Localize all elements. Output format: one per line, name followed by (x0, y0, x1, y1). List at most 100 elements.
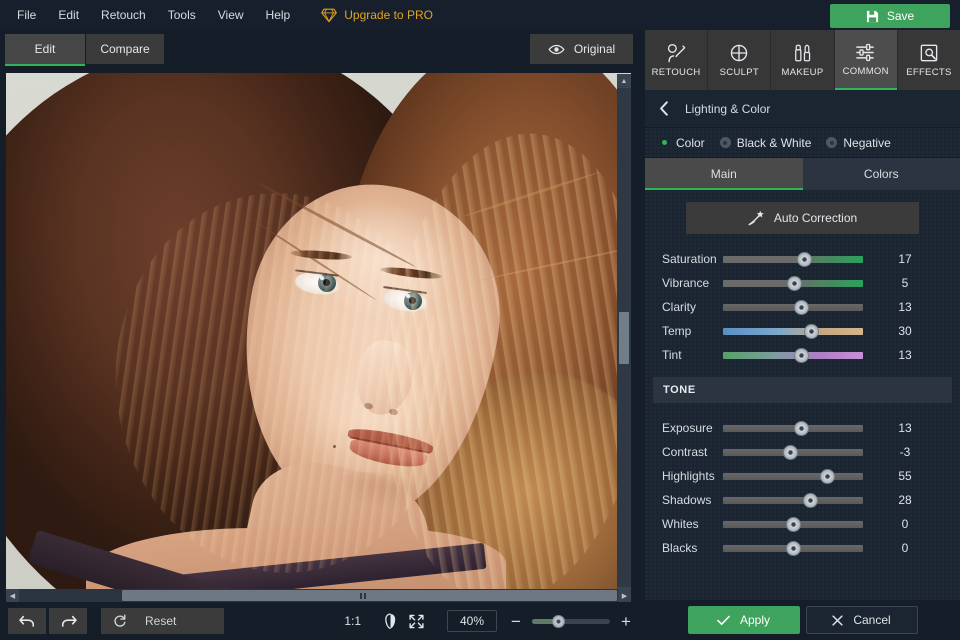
refresh-circle-icon (114, 614, 126, 627)
slider-track-contrast[interactable] (723, 444, 863, 460)
scroll-left-arrow-icon[interactable]: ◀ (6, 589, 19, 602)
slider-track-saturation[interactable] (723, 251, 863, 267)
save-button[interactable]: Save (830, 4, 950, 28)
color-mode-radio-group: Color Black & White Negative (645, 128, 960, 158)
slider-value-highlights[interactable]: 55 (875, 469, 935, 483)
sub-tab-colors[interactable]: Colors (802, 158, 960, 190)
scroll-right-arrow-icon[interactable]: ▶ (618, 589, 631, 602)
sub-tab-main[interactable]: Main (645, 158, 803, 190)
category-tab-bar: RETOUCH SCULPT MAKEUP COMMON EFFECTS (645, 30, 960, 90)
makeup-lipstick-icon (794, 44, 810, 61)
menu-item-view[interactable]: View (207, 0, 255, 30)
edit-toolbar: Edit Compare Original (0, 30, 645, 72)
zoom-slider[interactable] (532, 614, 610, 628)
diamond-icon (321, 8, 338, 22)
sub-tab-bar: Main Colors (645, 158, 960, 190)
menu-item-retouch[interactable]: Retouch (90, 0, 157, 30)
slider-value-temp[interactable]: 30 (875, 324, 935, 338)
tone-section-header: TONE (653, 377, 952, 403)
actual-size-button[interactable]: 1:1 (344, 614, 361, 628)
slider-track-tint[interactable] (723, 347, 863, 363)
undo-button[interactable] (8, 608, 46, 634)
slider-value-vibrance[interactable]: 5 (875, 276, 935, 290)
radio-color[interactable]: Color (659, 136, 705, 150)
slider-handle-exposure[interactable] (794, 420, 810, 436)
slider-track-blacks[interactable] (723, 540, 863, 556)
scroll-up-arrow-icon[interactable]: ▲ (617, 74, 631, 88)
cancel-button[interactable]: Cancel (805, 606, 918, 634)
slider-value-contrast[interactable]: -3 (875, 445, 935, 459)
radio-black-and-white-label: Black & White (736, 135, 812, 150)
radio-negative[interactable]: Negative (826, 136, 891, 150)
slider-track-temp[interactable] (723, 323, 863, 339)
check-icon (717, 615, 730, 625)
canvas-vertical-scrollbar[interactable]: ▲ ▼ (617, 74, 631, 600)
tab-common[interactable]: COMMON (834, 30, 898, 90)
zoom-level-input[interactable]: 40% (447, 610, 497, 632)
zoom-out-button[interactable]: − (507, 611, 525, 631)
zoom-slider-handle[interactable] (552, 614, 566, 628)
slider-handle-shadows[interactable] (802, 492, 818, 508)
slider-value-shadows[interactable]: 28 (875, 493, 935, 507)
slider-row-whites: Whites 0 (645, 512, 960, 536)
slider-handle-whites[interactable] (786, 516, 801, 532)
magic-wand-star-icon (748, 210, 764, 226)
photo-editor-window: File Edit Retouch Tools View Help Upgrad… (0, 0, 960, 640)
eye-icon (548, 44, 565, 54)
slider-handle-vibrance[interactable] (787, 275, 803, 291)
tab-effects[interactable]: EFFECTS (897, 30, 960, 90)
slider-handle-highlights[interactable] (819, 468, 835, 484)
slider-row-temp: Temp 30 (645, 319, 960, 343)
menu-item-file[interactable]: File (6, 0, 47, 30)
slider-value-whites[interactable]: 0 (875, 517, 935, 531)
slider-value-tint[interactable]: 13 (875, 348, 935, 362)
sculpt-crosshair-icon (731, 44, 748, 61)
reset-button[interactable]: Reset (101, 608, 224, 634)
slider-track-highlights[interactable] (723, 468, 863, 484)
slider-track-vibrance[interactable] (723, 275, 863, 291)
apply-button[interactable]: Apply (687, 606, 800, 634)
slider-value-clarity[interactable]: 13 (875, 300, 935, 314)
slider-handle-contrast[interactable] (783, 444, 799, 460)
tab-compare[interactable]: Compare (86, 34, 164, 64)
slider-handle-clarity[interactable] (793, 299, 809, 315)
zoom-in-button[interactable]: + (617, 611, 635, 631)
auto-correction-button[interactable]: Auto Correction (686, 202, 919, 234)
slider-row-highlights: Highlights 55 (645, 464, 960, 488)
slider-value-blacks[interactable]: 0 (875, 541, 935, 555)
slider-track-shadows[interactable] (723, 492, 863, 508)
slider-handle-blacks[interactable] (786, 540, 801, 556)
vertical-scroll-thumb[interactable] (619, 312, 629, 364)
image-canvas-area[interactable]: ▲ ▼ ◀ ▶ (0, 72, 645, 602)
upgrade-to-pro-link[interactable]: Upgrade to PRO (321, 8, 433, 23)
menu-item-tools[interactable]: Tools (157, 0, 207, 30)
back-button[interactable] (659, 101, 669, 116)
face-detect-button[interactable] (377, 609, 403, 633)
slider-row-tint: Tint 13 (645, 343, 960, 367)
slider-handle-tint[interactable] (793, 347, 809, 363)
radio-black-and-white-dot (719, 137, 731, 148)
original-toggle-button[interactable]: Original (530, 34, 633, 64)
tab-sculpt[interactable]: SCULPT (708, 30, 772, 90)
redo-button[interactable] (49, 608, 87, 634)
slider-handle-temp[interactable] (803, 323, 819, 339)
radio-black-and-white[interactable]: Black & White (719, 135, 812, 150)
slider-value-saturation[interactable]: 17 (875, 252, 935, 266)
horizontal-scroll-thumb[interactable] (122, 590, 617, 601)
tab-retouch-label: RETOUCH (651, 66, 701, 78)
tab-retouch[interactable]: RETOUCH (645, 30, 709, 90)
slider-handle-saturation[interactable] (796, 251, 812, 267)
slider-label-clarity: Clarity (662, 300, 697, 314)
slider-track-whites[interactable] (723, 516, 863, 532)
menu-item-edit[interactable]: Edit (47, 0, 90, 30)
photo-viewport[interactable]: ▲ ▼ (6, 73, 631, 600)
slider-track-exposure[interactable] (723, 420, 863, 436)
fit-to-screen-button[interactable] (403, 609, 429, 633)
menu-item-help[interactable]: Help (255, 0, 302, 30)
slider-track-clarity[interactable] (723, 299, 863, 315)
slider-label-saturation: Saturation (662, 252, 717, 266)
tab-makeup[interactable]: MAKEUP (771, 30, 835, 90)
tab-edit[interactable]: Edit (5, 34, 85, 66)
canvas-horizontal-scrollbar[interactable]: ◀ ▶ (6, 589, 631, 602)
slider-value-exposure[interactable]: 13 (875, 421, 935, 435)
